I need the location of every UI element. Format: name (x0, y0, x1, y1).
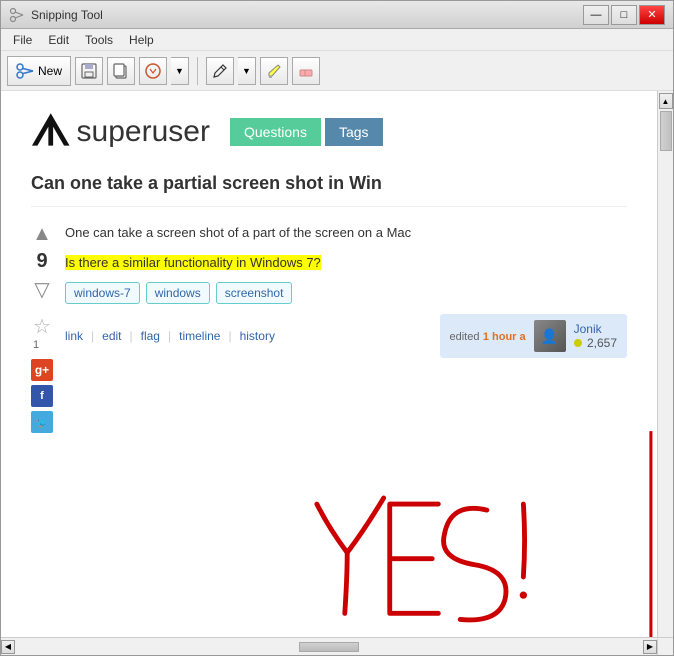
pen-icon (211, 62, 229, 80)
maximize-button[interactable]: □ (611, 5, 637, 25)
content-area: ᗑ superuser Questions Tags Can one take … (1, 91, 673, 637)
user-info: Jonik 2,657 (574, 322, 617, 350)
vertical-scrollbar: ▲ (657, 91, 673, 637)
send-dropdown[interactable]: ▼ (171, 57, 189, 85)
scroll-up-button[interactable]: ▲ (659, 93, 673, 109)
scroll-left-button[interactable]: ◀ (1, 640, 15, 654)
toolbar-separator (197, 57, 198, 85)
rep-badge (574, 339, 582, 347)
menu-tools[interactable]: Tools (77, 31, 121, 49)
bottom-bar: ◀ ▶ (1, 637, 673, 655)
close-button[interactable]: ✕ (639, 5, 665, 25)
social-icons: g+ f 🐦 (31, 359, 53, 433)
edited-time: 1 hour a (483, 331, 526, 343)
snipping-tool-window: Snipping Tool — □ ✕ File Edit Tools Help… (0, 0, 674, 656)
google-plus-button[interactable]: g+ (31, 359, 53, 381)
tags-row: windows-7 windows screenshot (65, 282, 627, 304)
highlight-span: Is there a similar functionality in Wind… (65, 255, 321, 270)
scroll-thumb-vertical[interactable] (660, 111, 672, 151)
window-controls: — □ ✕ (583, 5, 665, 25)
copy-icon (112, 62, 130, 80)
scroll-right-button[interactable]: ▶ (643, 640, 657, 654)
horizontal-scrollbar (15, 640, 643, 654)
edited-box: edited 1 hour a 👤 Jonik (440, 314, 628, 358)
new-scissors-icon (16, 62, 34, 80)
user-rep: 2,657 (574, 336, 617, 350)
user-avatar: 👤 (534, 320, 566, 352)
menu-file[interactable]: File (5, 31, 40, 49)
eraser-button[interactable] (292, 57, 320, 85)
vote-up-button[interactable]: ▲ (32, 223, 52, 246)
bookmark-button[interactable]: ☆ (33, 314, 51, 339)
meta-row: link | edit | flag | timeline | history (65, 314, 627, 358)
site-header: ᗑ superuser Questions Tags (31, 111, 627, 153)
tag-screenshot[interactable]: screenshot (216, 282, 293, 304)
answer-row: ▲ 9 ▽ ☆ 1 g+ f 🐦 One can t (31, 223, 627, 433)
site-logo: ᗑ superuser (31, 111, 210, 153)
question-title: Can one take a partial screen shot in Wi… (31, 173, 627, 207)
meta-edit[interactable]: edit (102, 329, 121, 343)
minimize-button[interactable]: — (583, 5, 609, 25)
window-title: Snipping Tool (31, 8, 103, 22)
facebook-button[interactable]: f (31, 385, 53, 407)
username[interactable]: Jonik (574, 322, 617, 336)
highlighted-text: Is there a similar functionality in Wind… (65, 253, 627, 273)
highlighter-icon (265, 62, 283, 80)
pen-button[interactable] (206, 57, 234, 85)
menu-bar: File Edit Tools Help (1, 29, 673, 51)
tag-windows[interactable]: windows (146, 282, 210, 304)
eraser-icon (297, 62, 315, 80)
menu-edit[interactable]: Edit (40, 31, 77, 49)
toolbar: New ▼ (1, 51, 673, 91)
logo-text: superuser (77, 115, 210, 149)
vote-column: ▲ 9 ▽ ☆ 1 g+ f 🐦 (31, 223, 53, 433)
questions-button[interactable]: Questions (230, 118, 321, 146)
vote-down-button[interactable]: ▽ (34, 277, 49, 302)
new-button[interactable]: New (7, 56, 71, 86)
meta-flag[interactable]: flag (141, 329, 160, 343)
tag-windows7[interactable]: windows-7 (65, 282, 140, 304)
answer-text: One can take a screen shot of a part of … (65, 223, 627, 243)
title-bar: Snipping Tool — □ ✕ (1, 1, 673, 29)
save-icon (80, 62, 98, 80)
pen-dropdown[interactable]: ▼ (238, 57, 256, 85)
vote-count: 9 (36, 250, 47, 273)
send-icon (144, 62, 162, 80)
bookmark-count: 1 (33, 339, 51, 351)
new-label: New (38, 64, 62, 78)
copy-button[interactable] (107, 57, 135, 85)
meta-timeline[interactable]: timeline (179, 329, 220, 343)
save-button[interactable] (75, 57, 103, 85)
meta-link[interactable]: link (65, 329, 83, 343)
site-nav: Questions Tags (230, 118, 383, 146)
highlighter-button[interactable] (260, 57, 288, 85)
browser-content: ᗑ superuser Questions Tags Can one take … (1, 91, 657, 637)
answer-body: One can take a screen shot of a part of … (65, 223, 627, 433)
logo-bracket: ᗑ (31, 111, 71, 153)
twitter-button[interactable]: 🐦 (31, 411, 53, 433)
menu-help[interactable]: Help (121, 31, 162, 49)
scroll-thumb-horizontal[interactable] (299, 642, 359, 652)
scissors-icon (9, 7, 25, 23)
scroll-corner (657, 639, 673, 655)
edited-label: edited (450, 331, 480, 343)
send-button[interactable] (139, 57, 167, 85)
meta-history[interactable]: history (240, 329, 275, 343)
tags-button[interactable]: Tags (325, 118, 383, 146)
